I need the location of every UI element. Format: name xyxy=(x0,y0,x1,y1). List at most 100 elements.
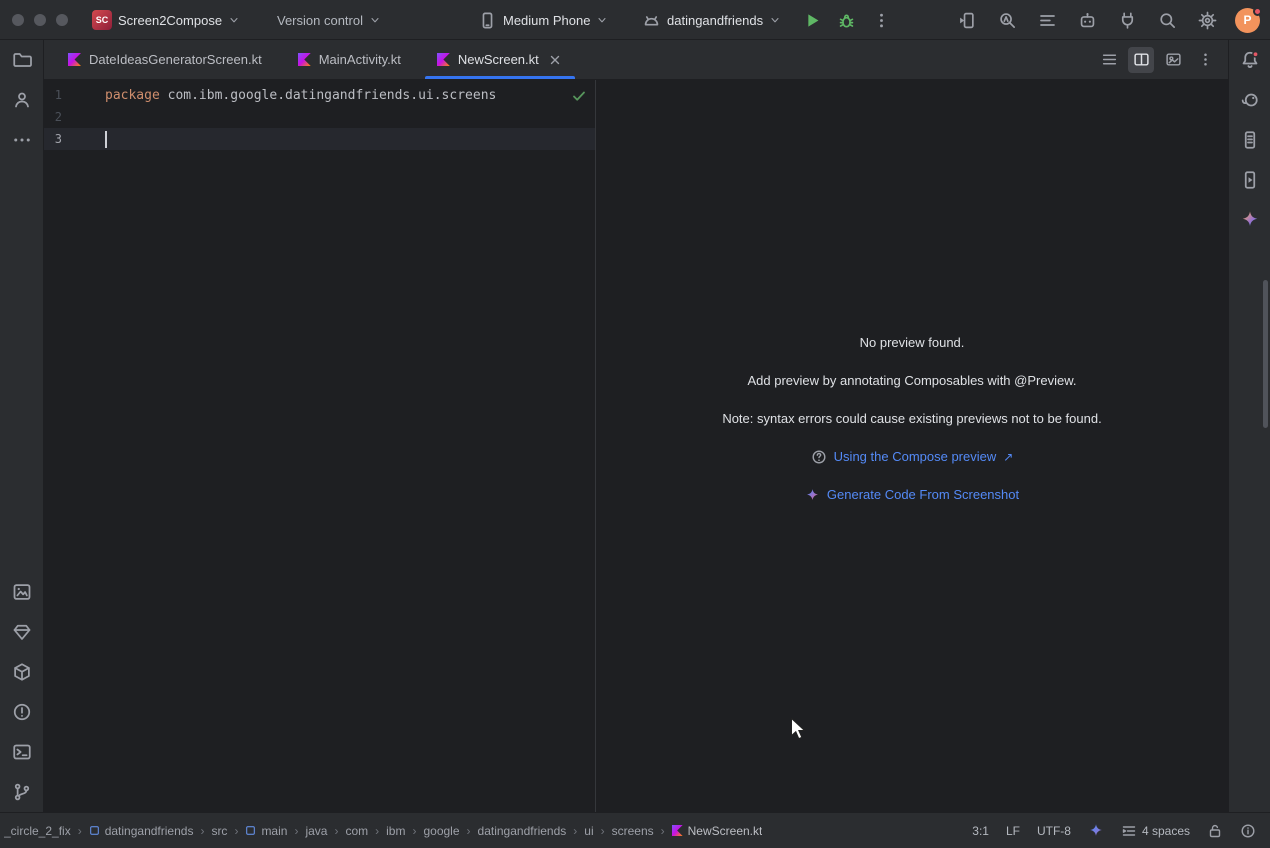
code-line: package com.ibm.google.datingandfriends.… xyxy=(105,88,496,103)
breadcrumb-label: java xyxy=(305,824,327,838)
device-explorer-icon xyxy=(1240,130,1260,150)
device-explorer-tool-button[interactable] xyxy=(1230,120,1270,160)
gemini-tool-button[interactable] xyxy=(1230,200,1270,240)
terminal-tool-button[interactable] xyxy=(2,732,42,772)
minimize-button[interactable] xyxy=(34,14,46,26)
right-tool-stripe xyxy=(1228,40,1270,812)
split-view-icon xyxy=(1133,51,1150,68)
indent-icon xyxy=(1121,823,1137,839)
split-view-button[interactable] xyxy=(1128,47,1154,73)
breadcrumb-item[interactable]: google xyxy=(423,824,459,838)
code-inspect-button[interactable] xyxy=(995,8,1019,32)
left-tool-stripe xyxy=(0,40,44,812)
running-devices-tool-button[interactable] xyxy=(1230,160,1270,200)
breadcrumb-separator: › xyxy=(334,824,338,838)
studio-bot-button[interactable] xyxy=(1075,8,1099,32)
design-view-button[interactable] xyxy=(1160,47,1186,73)
caret-position-widget[interactable]: 3:1 xyxy=(972,824,989,838)
breadcrumb-item[interactable]: datingandfriends xyxy=(89,824,194,838)
kebab-menu-icon xyxy=(1197,51,1214,68)
notifications-tool-button[interactable] xyxy=(1230,40,1270,80)
tab-mainactivity[interactable]: MainActivity.kt xyxy=(280,40,419,79)
commit-tool-button[interactable] xyxy=(2,80,42,120)
readonly-toggle[interactable] xyxy=(1207,823,1223,839)
problems-tool-button[interactable] xyxy=(2,692,42,732)
generate-code-from-screenshot-link[interactable]: Generate Code From Screenshot xyxy=(805,487,1019,503)
text-caret xyxy=(105,131,107,148)
tab-dateideasgeneratorscreen[interactable]: DateIdeasGeneratorScreen.kt xyxy=(50,40,280,79)
breadcrumb-item[interactable]: datingandfriends xyxy=(478,824,567,838)
device-mirror-button[interactable] xyxy=(955,8,979,32)
breadcrumb-item-file[interactable]: NewScreen.kt xyxy=(672,824,763,838)
breadcrumb-separator: › xyxy=(467,824,471,838)
tab-close-button[interactable] xyxy=(547,52,563,68)
breadcrumb-item[interactable]: ibm xyxy=(386,824,405,838)
indent-widget[interactable]: 4 spaces xyxy=(1121,823,1190,839)
breadcrumb-label: NewScreen.kt xyxy=(688,824,763,838)
gradle-tool-button[interactable] xyxy=(1230,80,1270,120)
gem-icon xyxy=(12,622,32,642)
line-separator-widget[interactable]: LF xyxy=(1006,824,1020,838)
code-token: com.ibm.google.datingandfriends.ui.scree… xyxy=(160,88,497,103)
breadcrumb-item[interactable]: java xyxy=(305,824,327,838)
chevron-down-icon xyxy=(769,14,781,26)
app-quality-insights-tool-button[interactable] xyxy=(2,612,42,652)
close-button[interactable] xyxy=(12,14,24,26)
window-controls xyxy=(12,14,68,26)
settings-button[interactable] xyxy=(1195,8,1219,32)
tab-label: DateIdeasGeneratorScreen.kt xyxy=(89,52,262,67)
debug-button[interactable] xyxy=(837,0,856,40)
tab-newscreen[interactable]: NewScreen.kt xyxy=(419,40,581,79)
inspection-ok-icon[interactable] xyxy=(571,88,587,104)
logcat-button[interactable] xyxy=(1035,8,1059,32)
scrollbar-thumb[interactable] xyxy=(1263,280,1268,428)
status-bar: _circle_2_fix › datingandfriends › src ›… xyxy=(0,812,1270,848)
breadcrumb-item[interactable]: com xyxy=(345,824,368,838)
breadcrumb-item[interactable]: _circle_2_fix xyxy=(4,824,71,838)
sparkle-icon xyxy=(805,488,820,503)
breadcrumb-item[interactable]: ui xyxy=(584,824,593,838)
preview-messages: No preview found. Add preview by annotat… xyxy=(596,335,1228,503)
line-number: 2 xyxy=(44,110,62,124)
code-view-button[interactable] xyxy=(1096,47,1122,73)
resource-manager-tool-button[interactable] xyxy=(2,572,42,612)
code-editor[interactable]: 1 package com.ibm.google.datingandfriend… xyxy=(44,80,596,812)
editor-line-3: 3 xyxy=(44,128,595,150)
project-tool-button[interactable] xyxy=(2,40,42,80)
ai-assistant-status[interactable] xyxy=(1088,823,1104,839)
version-control-widget[interactable]: Version control xyxy=(277,0,381,40)
studio-bot-icon xyxy=(1078,11,1097,30)
external-link-icon: ↗ xyxy=(1003,449,1013,465)
compose-preview-docs-link[interactable]: Using the Compose preview ↗ xyxy=(811,449,1014,465)
close-icon xyxy=(550,55,560,65)
breadcrumb-item[interactable]: src xyxy=(211,824,227,838)
avatar[interactable]: P xyxy=(1235,8,1260,33)
more-actions-button[interactable] xyxy=(872,0,891,40)
run-configuration-selector[interactable]: datingandfriends xyxy=(642,0,781,40)
breadcrumb-separator: › xyxy=(573,824,577,838)
phone-icon xyxy=(478,11,497,30)
search-everywhere-button[interactable] xyxy=(1155,8,1179,32)
status-info-button[interactable] xyxy=(1240,823,1256,839)
project-widget[interactable]: SC Screen2Compose xyxy=(92,0,240,40)
encoding-widget[interactable]: UTF-8 xyxy=(1037,824,1071,838)
breadcrumb-item[interactable]: main xyxy=(245,824,287,838)
unlock-icon xyxy=(1207,823,1223,839)
device-selector[interactable]: Medium Phone xyxy=(478,0,608,40)
device-manager-button[interactable] xyxy=(1115,8,1139,32)
info-circle-icon xyxy=(1240,823,1256,839)
sparkle-icon xyxy=(1088,823,1104,839)
kotlin-file-icon xyxy=(298,53,311,66)
run-button[interactable] xyxy=(803,0,822,40)
version-control-tool-button[interactable] xyxy=(2,772,42,812)
module-icon xyxy=(245,825,256,836)
zoom-button[interactable] xyxy=(56,14,68,26)
breadcrumb-label: com xyxy=(345,824,368,838)
question-circle-icon xyxy=(811,449,827,465)
editor-options-button[interactable] xyxy=(1192,47,1218,73)
notification-dot xyxy=(1253,7,1262,16)
more-tool-windows-button[interactable] xyxy=(2,120,42,160)
build-tool-button[interactable] xyxy=(2,652,42,692)
bug-icon xyxy=(837,11,856,30)
breadcrumb-item[interactable]: screens xyxy=(612,824,654,838)
